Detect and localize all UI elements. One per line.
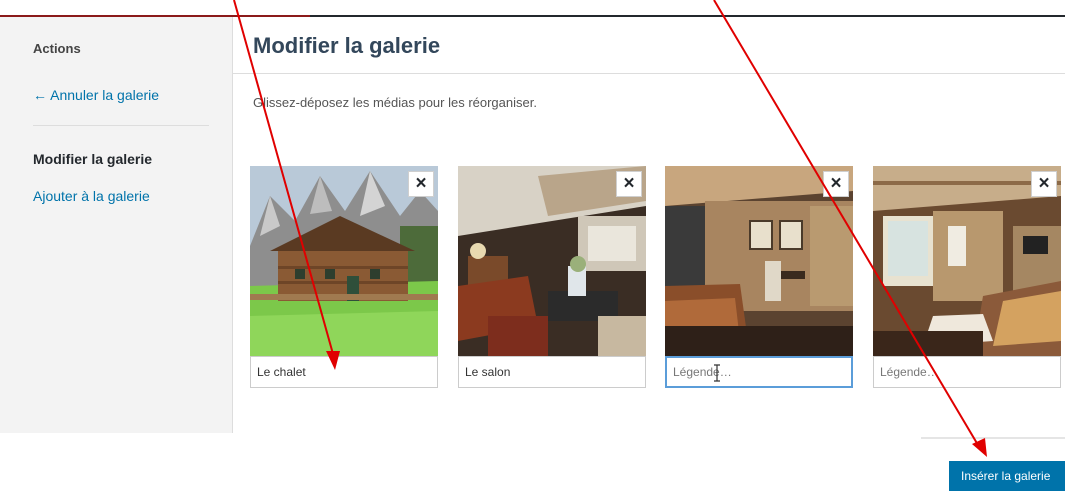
gallery-item[interactable]: × — [665, 166, 853, 388]
caption-input[interactable] — [665, 356, 853, 388]
caption-input[interactable] — [250, 356, 438, 388]
annotation-arrowhead — [972, 438, 987, 457]
footer-divider — [921, 437, 1065, 439]
page-title: Modifier la galerie — [253, 33, 441, 58]
remove-item-button[interactable]: × — [616, 171, 642, 197]
sidebar-divider — [33, 125, 209, 126]
caption-input[interactable] — [458, 356, 646, 388]
remove-item-button[interactable]: × — [1031, 171, 1057, 197]
gallery-item[interactable]: × — [458, 166, 646, 388]
cancel-gallery-link[interactable]: ← Annuler la galerie — [33, 87, 159, 103]
sidebar-item-add-to-gallery[interactable]: Ajouter à la galerie — [33, 188, 150, 204]
sidebar: Actions ← Annuler la galerie Modifier la… — [0, 17, 233, 433]
header: Modifier la galerie — [233, 17, 1065, 74]
caption-input[interactable] — [873, 356, 1061, 388]
remove-item-button[interactable]: × — [823, 171, 849, 197]
sidebar-item-edit-gallery: Modifier la galerie — [33, 151, 153, 167]
insert-gallery-button[interactable]: Insérer la galerie — [949, 461, 1065, 491]
gallery-item[interactable]: × — [873, 166, 1061, 388]
gallery-item[interactable]: × — [250, 166, 438, 388]
sidebar-heading: Actions — [33, 41, 81, 56]
instructions-text: Glissez-déposez les médias pour les réor… — [253, 95, 537, 110]
text-cursor-icon — [714, 364, 720, 382]
remove-item-button[interactable]: × — [408, 171, 434, 197]
